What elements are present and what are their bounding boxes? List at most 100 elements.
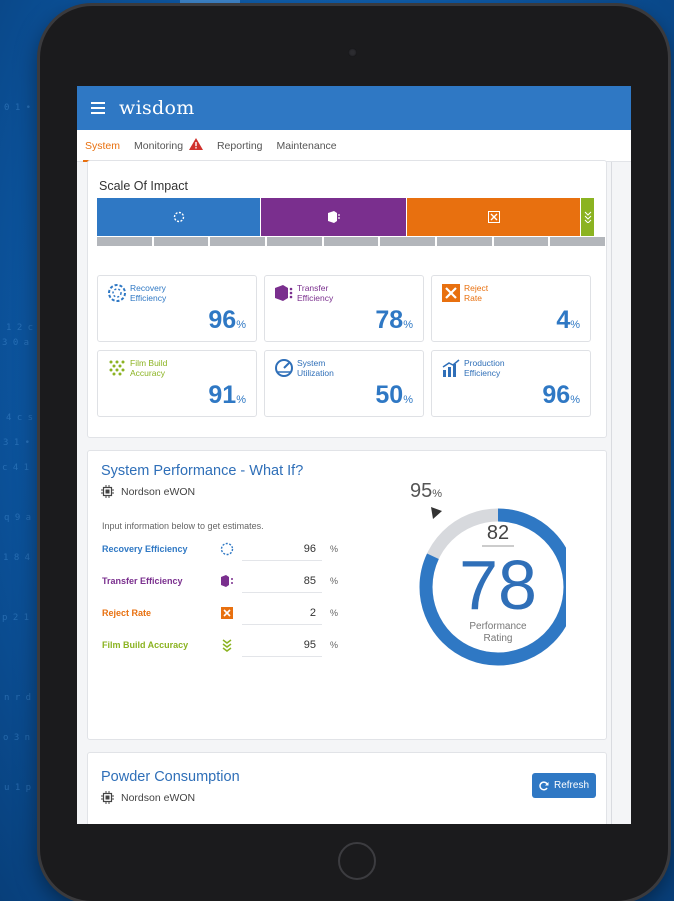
svg-text:0 1 • 1: 0 1 • 1 <box>4 103 42 113</box>
chart-icon <box>442 359 460 377</box>
alert-icon <box>188 137 203 150</box>
metric-value: 96% <box>542 381 580 409</box>
film-build-accuracy-input[interactable]: 95 <box>242 633 322 657</box>
svg-text:1 2 c: 1 2 c <box>6 323 33 333</box>
impact-segment-film[interactable] <box>581 198 595 236</box>
gauge-target-marker <box>431 507 442 519</box>
metric-value: 91% <box>208 381 246 409</box>
tab-maintenance[interactable]: Maintenance <box>275 130 339 162</box>
metric-label: Film Build Accuracy <box>130 358 168 378</box>
input-hint: Input information below to get estimates… <box>102 521 264 531</box>
reject-icon <box>487 211 500 223</box>
gauge-rating: 78 <box>459 546 537 624</box>
refresh-icon <box>539 780 549 790</box>
home-button[interactable] <box>338 842 376 880</box>
svg-text:o 3 n: o 3 n <box>3 733 30 743</box>
svg-text:n r d: n r d <box>4 693 31 703</box>
svg-text:c 4 1: c 4 1 <box>2 463 29 473</box>
metric-label: System Utilization <box>297 358 334 378</box>
input-unit: % <box>330 640 339 650</box>
camera <box>348 48 357 57</box>
gauge-target-value: 95% <box>410 480 442 502</box>
gauge-rating-label: Performance <box>469 621 527 632</box>
metric-film-build-accuracy[interactable]: Film Build Accuracy 91% <box>97 350 257 417</box>
svg-text:1 8 4: 1 8 4 <box>3 553 30 563</box>
device-label: Nordson eWON <box>101 791 195 804</box>
recovery-efficiency-input[interactable]: 96 <box>242 537 322 561</box>
metric-recovery-efficiency[interactable]: Recovery Efficiency 96% <box>97 275 257 342</box>
tab-monitoring[interactable]: Monitoring <box>132 130 205 162</box>
svg-text:3 0 a: 3 0 a <box>2 338 29 348</box>
performance-gauge: 95% 82 78 Performance Rating <box>410 480 566 666</box>
menu-icon[interactable] <box>91 102 105 114</box>
input-label: Reject Rate <box>102 608 152 618</box>
svg-text:4 c s: 4 c s <box>6 413 33 423</box>
film-icon <box>222 639 232 652</box>
svg-text:q 9 a: q 9 a <box>4 513 31 523</box>
metric-transfer-efficiency[interactable]: Transfer Efficiency 78% <box>264 275 424 342</box>
metric-production-efficiency[interactable]: Production Efficiency 96% <box>431 350 591 417</box>
metric-label: Recovery Efficiency <box>130 283 167 303</box>
input-unit: % <box>330 608 339 618</box>
metric-label: Reject Rate <box>464 283 489 303</box>
scale-of-impact-card: Scale Of Impact Recovery Efficiency 96% … <box>87 160 607 438</box>
metric-value: 50% <box>375 381 413 409</box>
transfer-icon <box>327 211 340 223</box>
impact-segment-transfer[interactable] <box>261 198 407 236</box>
metric-value: 96% <box>208 306 246 334</box>
top-bar: wisdom <box>77 86 631 130</box>
app-screen: wisdom System Monitoring Reporting Maint… <box>77 86 631 824</box>
impact-scale <box>97 237 607 246</box>
metric-reject-rate[interactable]: Reject Rate 4% <box>431 275 591 342</box>
chip-icon <box>101 791 114 804</box>
tab-reporting[interactable]: Reporting <box>215 130 265 162</box>
impact-segment-recovery[interactable] <box>97 198 261 236</box>
tab-system[interactable]: System <box>83 130 123 162</box>
film-icon <box>109 360 125 376</box>
recovery-icon <box>173 211 184 223</box>
gauge-estimate: 82 <box>487 522 509 544</box>
main-content: Scale Of Impact Recovery Efficiency 96% … <box>87 160 607 824</box>
powder-consumption-card: Powder Consumption Nordson eWON Refresh <box>87 752 607 824</box>
input-row-film: Film Build Accuracy 95 % <box>102 633 342 657</box>
system-performance-title: System Performance - What If? <box>101 463 304 479</box>
transfer-efficiency-input[interactable]: 85 <box>242 569 322 593</box>
system-performance-card: System Performance - What If? Nordson eW… <box>87 450 607 740</box>
transfer-icon <box>221 575 233 587</box>
tab-monitoring-label: Monitoring <box>134 139 184 152</box>
metric-label: Transfer Efficiency <box>297 283 334 303</box>
metric-value: 4% <box>556 306 580 334</box>
input-unit: % <box>330 544 339 554</box>
scrollbar-track[interactable] <box>611 162 612 824</box>
impact-bar <box>97 198 607 236</box>
gauge-rating-label: Rating <box>484 633 513 644</box>
metric-label: Production Efficiency <box>464 358 505 378</box>
input-label: Film Build Accuracy <box>102 640 189 650</box>
metric-system-utilization[interactable]: System Utilization 50% <box>264 350 424 417</box>
input-row-recovery: Recovery Efficiency 96 % <box>102 537 342 561</box>
scale-of-impact-title: Scale Of Impact <box>99 179 188 193</box>
gauge-icon <box>275 359 293 377</box>
input-label: Transfer Efficiency <box>102 576 183 586</box>
input-row-transfer: Transfer Efficiency 85 % <box>102 569 342 593</box>
svg-text:u 1 p: u 1 p <box>4 783 31 793</box>
powder-consumption-title: Powder Consumption <box>101 769 240 785</box>
reject-icon <box>442 284 460 302</box>
recovery-icon <box>220 542 234 556</box>
input-row-reject: Reject Rate 2 % <box>102 601 342 625</box>
metric-value: 78% <box>375 306 413 334</box>
input-unit: % <box>330 576 339 586</box>
svg-text:3 1 •: 3 1 • <box>3 438 30 448</box>
input-label: Recovery Efficiency <box>102 544 188 554</box>
chip-icon <box>101 485 114 498</box>
refresh-button[interactable]: Refresh <box>532 773 596 798</box>
reject-icon <box>221 607 233 619</box>
svg-text:p 2 1: p 2 1 <box>2 613 29 623</box>
impact-segment-reject[interactable] <box>407 198 581 236</box>
transfer-icon <box>275 285 293 301</box>
tab-bar: System Monitoring Reporting Maintenance <box>77 130 631 162</box>
recovery-icon <box>108 284 126 302</box>
film-icon <box>584 211 591 223</box>
app-logo: wisdom <box>119 97 195 119</box>
reject-rate-input[interactable]: 2 <box>242 601 322 625</box>
